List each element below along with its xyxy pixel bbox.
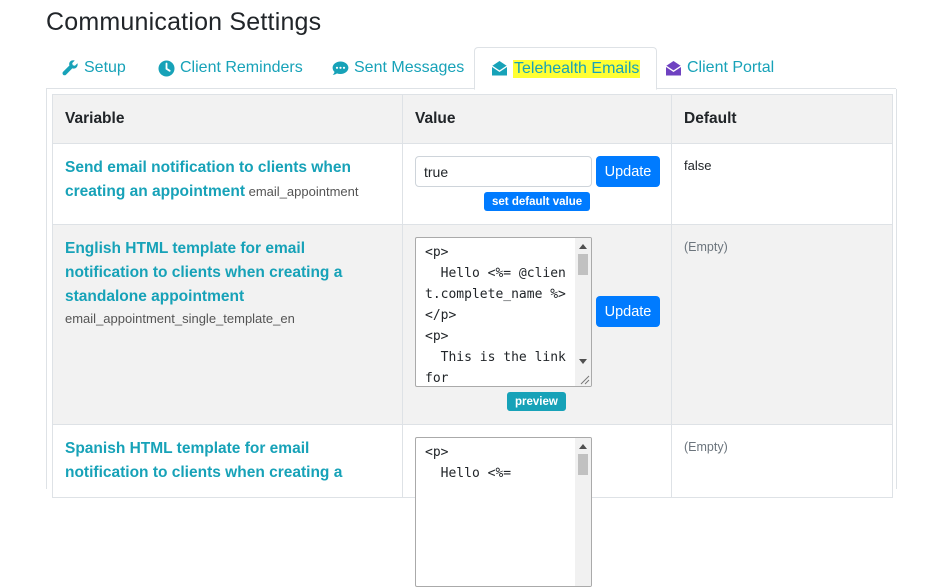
variable-title: Spanish HTML template for email notifica… <box>65 440 343 481</box>
tab-client-portal-label: Client Portal <box>687 59 775 76</box>
settings-table: Variable Value Default Send email notifi… <box>52 94 893 587</box>
variable-cell: English HTML template for email notifica… <box>52 224 403 425</box>
tab-sent-messages-label: Sent Messages <box>354 59 465 76</box>
wrench-icon <box>62 59 79 77</box>
email-appointment-input[interactable] <box>415 156 592 187</box>
table-row: English HTML template for email notifica… <box>52 224 893 425</box>
tab-client-portal[interactable]: Client Portal <box>649 47 790 89</box>
column-header-value: Value <box>402 94 672 144</box>
template-textarea[interactable]: <p> Hello <%= @client.complete_name %> <… <box>415 237 592 387</box>
variable-key: email_appointment <box>248 184 359 199</box>
scroll-thumb[interactable] <box>578 254 588 275</box>
resize-grip-icon[interactable] <box>578 373 590 385</box>
tab-client-reminders-label: Client Reminders <box>180 59 303 76</box>
update-button[interactable]: Update <box>596 156 660 187</box>
page-title: Communication Settings <box>46 8 322 36</box>
tab-sent-messages[interactable]: Sent Messages <box>316 47 480 89</box>
value-cell: Update set default value <box>402 143 672 225</box>
comment-dots-icon <box>332 60 349 77</box>
preview-button[interactable]: preview <box>507 392 566 411</box>
template-textarea[interactable]: <p> Hello <%= <box>415 437 592 587</box>
variable-key: email_appointment_single_template_en <box>65 311 295 326</box>
settings-panel: Variable Value Default Send email notifi… <box>46 89 897 587</box>
column-header-variable: Variable <box>52 94 403 144</box>
table-row: Send email notification to clients when … <box>52 143 893 225</box>
settings-tabs: Setup Client Reminders Sent Messages Tel… <box>46 47 896 90</box>
scrollbar[interactable] <box>575 438 591 586</box>
template-text: <p> Hello <%= <box>425 445 512 481</box>
envelope-open-icon <box>491 60 508 77</box>
scrollbar[interactable] <box>575 238 591 386</box>
column-header-default: Default <box>671 94 893 144</box>
default-value: (Empty) <box>684 240 728 254</box>
update-button[interactable]: Update <box>596 296 660 327</box>
table-row: Spanish HTML template for email notifica… <box>52 424 893 587</box>
tab-setup-label: Setup <box>84 59 126 76</box>
scroll-down-icon[interactable] <box>579 359 587 364</box>
template-text: <p> Hello <%= @client.complete_name %> <… <box>425 245 566 386</box>
value-cell: <p> Hello <%= <box>402 424 672 587</box>
variable-cell: Spanish HTML template for email notifica… <box>52 424 403 498</box>
table-header-row: Variable Value Default <box>52 94 893 144</box>
set-default-value-button[interactable]: set default value <box>484 192 591 211</box>
tab-telehealth-emails[interactable]: Telehealth Emails <box>474 47 658 90</box>
variable-title: English HTML template for email notifica… <box>65 240 343 305</box>
tab-telehealth-emails-label: Telehealth Emails <box>513 59 641 78</box>
default-value: false <box>684 158 712 173</box>
scroll-up-icon[interactable] <box>579 244 587 249</box>
tab-client-reminders[interactable]: Client Reminders <box>142 47 319 89</box>
default-cell: (Empty) <box>671 424 893 498</box>
default-value: (Empty) <box>684 440 728 454</box>
scroll-thumb[interactable] <box>578 454 588 475</box>
envelope-open-icon <box>665 60 682 77</box>
variable-cell: Send email notification to clients when … <box>52 143 403 225</box>
value-cell: <p> Hello <%= @client.complete_name %> <… <box>402 224 672 425</box>
scroll-up-icon[interactable] <box>579 444 587 449</box>
default-cell: (Empty) <box>671 224 893 425</box>
tab-setup[interactable]: Setup <box>46 47 142 89</box>
default-cell: false <box>671 143 893 225</box>
clock-icon <box>158 60 175 77</box>
